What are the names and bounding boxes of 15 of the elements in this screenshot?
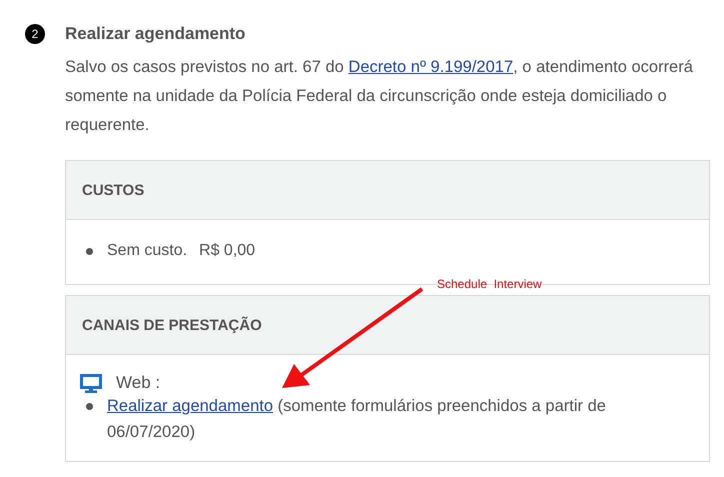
schedule-link[interactable]: Realizar agendamento — [107, 397, 274, 415]
monitor-icon — [80, 374, 102, 392]
step-number: 2 — [25, 24, 45, 44]
step-title: Realizar agendamento — [65, 24, 246, 44]
channel-link-text: Realizar agendamento (somente formulários preenchidos a partir de 06/07/2020) — [107, 396, 607, 443]
section-heading: CANAIS DE PRESTAÇÃO — [82, 316, 262, 334]
step-description: Salvo os casos previstos no art. 67 do Decreto nº 9.199/2017, o atendimento ocorrerá somente na unidade da Polícia Federal da circunscrição onde esteja domiciliado o requerente. — [65, 57, 694, 136]
cost-value: R$ 0,00 — [199, 242, 256, 260]
cost-label: Sem custo. — [107, 242, 188, 260]
section-heading: CUSTOS — [82, 182, 144, 198]
bullet-icon — [86, 403, 93, 410]
decree-link[interactable]: Decreto nº 9.199/2017 — [348, 58, 514, 76]
bullet-icon — [86, 248, 93, 254]
annotation-text: Schedule Interview — [437, 277, 542, 291]
channel-label: Web : — [116, 373, 160, 393]
